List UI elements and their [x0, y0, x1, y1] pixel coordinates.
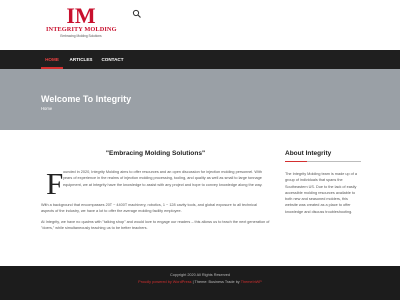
logo-name: INTEGRITY MOLDING	[46, 26, 117, 33]
footer-credits: Proudly powered by WordPress | Theme: Bu…	[0, 280, 400, 284]
sidebar-title: About Integrity	[285, 150, 332, 157]
breadcrumb[interactable]: Home	[41, 106, 52, 111]
engagement-paragraph: At Integrity, we have no qualms with "ta…	[41, 220, 270, 231]
drop-cap: F	[46, 166, 64, 201]
copyright-text: Copyright 2020 All Rights Reserved	[170, 273, 230, 277]
theme-author-link[interactable]: ThemeInWP	[241, 280, 262, 284]
site-footer: Copyright 2020 All Rights Reserved Proud…	[0, 266, 400, 300]
theme-text: | Theme: Business Trade by	[191, 280, 241, 284]
search-icon[interactable]	[132, 9, 142, 19]
nav-item-home[interactable]: HOME	[41, 50, 63, 69]
nav-item-articles[interactable]: ARTICLES	[68, 50, 94, 69]
site-logo[interactable]: IM INTEGRITY MOLDING Embracing Molding S…	[46, 3, 117, 44]
logo-tagline: Embracing Molding Solutions	[60, 34, 102, 38]
nav-item-contact[interactable]: CONTACT	[99, 50, 126, 69]
sidebar-divider-accent	[285, 161, 307, 162]
logo-mark: IM	[66, 3, 96, 28]
page-banner: Welcome To Integrity Home	[0, 69, 400, 130]
content-heading: "Embracing Molding Solutions"	[105, 150, 206, 157]
intro-paragraph: ounded in 2020, Integrity Molding aims t…	[63, 170, 263, 187]
site-header: IM INTEGRITY MOLDING Embracing Molding S…	[0, 0, 400, 50]
powered-by-prefix[interactable]: Proudly powered by	[138, 280, 173, 284]
sidebar-text: The Integrity Molding team is made up of…	[285, 172, 357, 214]
wordpress-link[interactable]: WordPress	[173, 280, 192, 284]
page-title: Welcome To Integrity	[41, 94, 132, 104]
background-paragraph: With a background that encompasses 20T ~…	[41, 203, 257, 214]
main-navigation: HOME ARTICLES CONTACT	[0, 50, 400, 69]
